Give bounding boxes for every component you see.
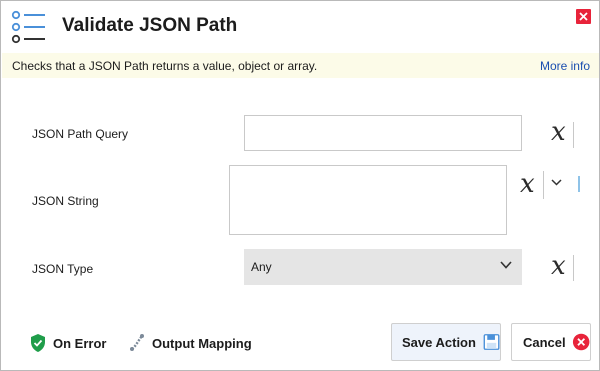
json-string-separator: [543, 171, 544, 199]
info-bar: Checks that a JSON Path returns a value,…: [2, 53, 599, 78]
output-mapping-label: Output Mapping: [152, 335, 252, 351]
json-type-select[interactable]: Any: [244, 249, 522, 285]
save-action-label: Save Action: [402, 334, 476, 350]
json-type-selected-value: Any: [251, 260, 272, 274]
json-string-chevron-down-icon[interactable]: [551, 179, 562, 186]
json-string-textarea[interactable]: [229, 165, 507, 235]
json-string-variable-button[interactable]: x: [520, 171, 535, 197]
json-type-variable-button[interactable]: x: [551, 253, 566, 279]
validate-json-path-dialog: Validate JSON Path Checks that a JSON Pa…: [0, 0, 600, 371]
mapping-icon: [130, 334, 144, 351]
save-action-button[interactable]: Save Action: [391, 323, 501, 361]
on-error-button[interactable]: On Error: [29, 333, 106, 353]
json-path-query-input[interactable]: [244, 115, 522, 151]
cancel-label: Cancel: [523, 334, 566, 350]
close-button[interactable]: [576, 9, 591, 24]
dialog-header: Validate JSON Path: [1, 1, 599, 53]
on-error-label: On Error: [53, 335, 107, 351]
cancel-icon: [572, 333, 590, 351]
action-description: Checks that a JSON Path returns a value,…: [12, 59, 318, 73]
dialog-title: Validate JSON Path: [62, 15, 238, 36]
json-path-query-variable-button[interactable]: x: [551, 119, 566, 145]
json-path-query-label: JSON Path Query: [32, 127, 129, 141]
shield-check-icon: [31, 334, 45, 352]
close-icon: [579, 12, 588, 21]
save-disk-icon: [483, 334, 500, 350]
more-info-link[interactable]: More info: [540, 59, 590, 73]
json-path-query-separator: [573, 122, 574, 148]
list-icon: [11, 10, 45, 44]
cancel-button[interactable]: Cancel: [511, 323, 591, 361]
json-type-label: JSON Type: [32, 262, 94, 276]
json-type-separator: [573, 255, 574, 281]
json-string-scroll-indicator: [578, 176, 580, 192]
chevron-down-icon: [500, 261, 512, 269]
output-mapping-button[interactable]: Output Mapping: [128, 333, 252, 353]
json-string-label: JSON String: [32, 194, 99, 208]
